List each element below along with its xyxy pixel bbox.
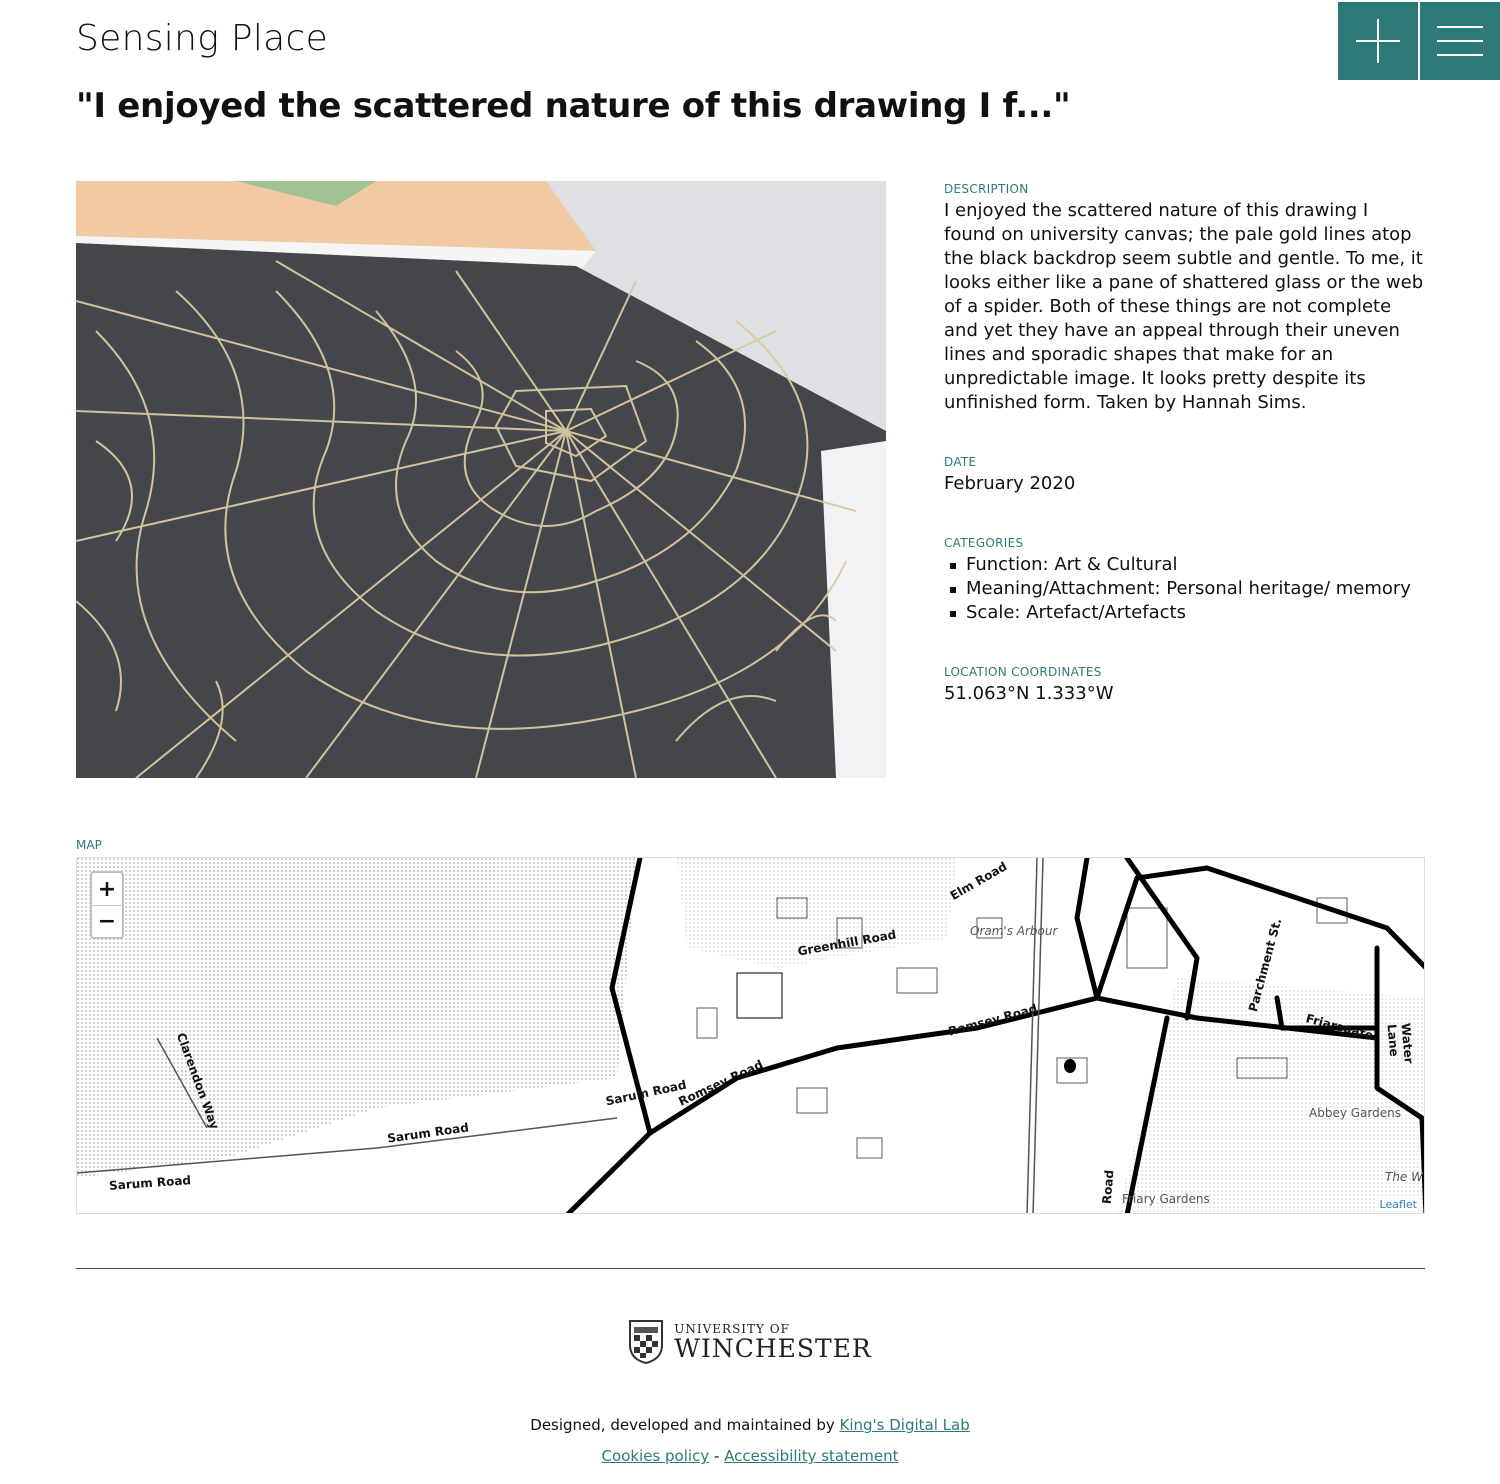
zoom-out-button[interactable]: − <box>92 905 122 937</box>
accessibility-statement-link[interactable]: Accessibility statement <box>724 1447 898 1465</box>
logo-big-text: WINCHESTER <box>674 1334 872 1363</box>
category-item[interactable]: Meaning/Attachment: Personal heritage/ m… <box>944 577 1424 601</box>
street-label: The W <box>1385 1170 1423 1184</box>
description-text: I enjoyed the scattered nature of this d… <box>944 200 1424 413</box>
spider-web-drawing-photo <box>76 181 886 778</box>
location-label: LOCATION COORDINATES <box>944 665 1102 679</box>
item-metadata: DESCRIPTION I enjoyed the scattered natu… <box>944 182 1424 706</box>
street-label: Abbey Gardens <box>1309 1106 1401 1120</box>
street-label: Road <box>1099 1169 1117 1205</box>
menu-button[interactable] <box>1420 2 1500 80</box>
credits-line: Designed, developed and maintained by Ki… <box>0 1416 1500 1434</box>
page-title: "I enjoyed the scattered nature of this … <box>76 86 1071 126</box>
description-label: DESCRIPTION <box>944 182 1029 196</box>
date-label: DATE <box>944 455 977 469</box>
university-logo[interactable]: UNIVERSITY OF WINCHESTER <box>608 1306 892 1378</box>
footer-link-separator: - <box>709 1447 725 1465</box>
site-title[interactable]: Sensing Place <box>76 18 328 59</box>
street-label: Water Lane <box>1384 1022 1416 1065</box>
university-name: UNIVERSITY OF WINCHESTER <box>674 1322 872 1362</box>
map-view[interactable]: Sarum Road Sarum Road Sarum Road Romsey … <box>76 857 1425 1214</box>
university-crest-icon <box>629 1320 664 1365</box>
map-label: MAP <box>76 838 102 852</box>
add-button[interactable] <box>1338 2 1418 80</box>
hamburger-menu-icon <box>1437 26 1483 56</box>
map-tiles <box>77 858 1424 1213</box>
map-attribution-link[interactable]: Leaflet <box>1376 1198 1420 1211</box>
plus-icon <box>1356 19 1400 63</box>
category-item[interactable]: Scale: Artefact/Artefacts <box>944 601 1424 625</box>
kings-digital-lab-link[interactable]: King's Digital Lab <box>839 1416 969 1434</box>
map-zoom-control: + − <box>90 871 124 939</box>
date-value: February 2020 <box>944 473 1076 494</box>
header-buttons <box>1338 2 1500 80</box>
zoom-in-button[interactable]: + <box>92 873 122 905</box>
cookies-policy-link[interactable]: Cookies policy <box>602 1447 710 1465</box>
footer-divider <box>76 1268 1425 1269</box>
street-label: Friary Gardens <box>1122 1192 1210 1206</box>
category-item[interactable]: Function: Art & Cultural <box>944 553 1424 577</box>
street-label: Oram's Arbour <box>970 924 1058 938</box>
location-value: 51.063°N 1.333°W <box>944 683 1114 704</box>
footer-links: Cookies policy - Accessibility statement <box>0 1447 1500 1465</box>
categories-label: CATEGORIES <box>944 536 1024 550</box>
credits-prefix: Designed, developed and maintained by <box>530 1416 840 1434</box>
categories-list: Function: Art & Cultural Meaning/Attachm… <box>944 553 1424 625</box>
